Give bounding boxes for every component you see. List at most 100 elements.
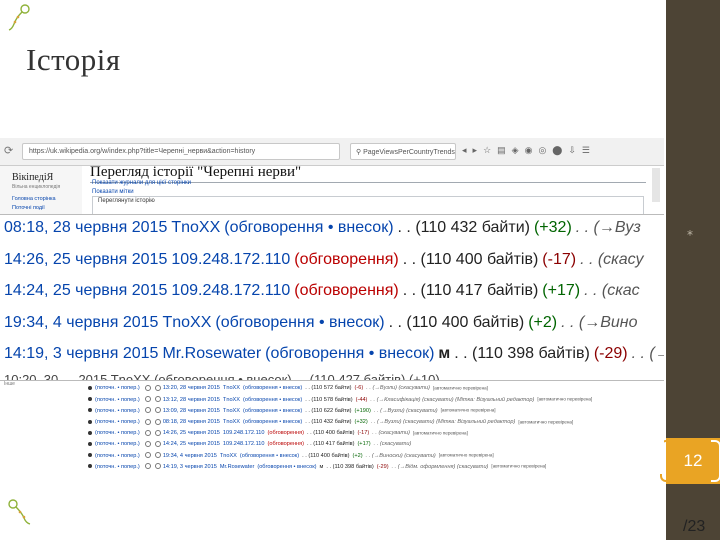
compare-radio-old[interactable]	[144, 396, 151, 403]
revision-time[interactable]: 14:26, 25 червня 2015	[4, 251, 167, 268]
revision-size: . . (110 417 байтів)	[402, 282, 539, 299]
compare-links[interactable]: (поточн. • попер.)	[95, 464, 140, 470]
compare-links[interactable]: (поточн. • попер.)	[95, 397, 140, 403]
revision-user-talk[interactable]: (обговорення)	[294, 251, 398, 268]
reload-icon[interactable]: ⟳	[4, 144, 13, 157]
revision-time[interactable]: 13:09, 28 червня 2015	[163, 408, 220, 414]
revision-user-talk[interactable]: (обговорення)	[294, 282, 398, 299]
compare-radio-new[interactable]	[154, 452, 161, 459]
compare-radio-new[interactable]	[154, 396, 161, 403]
revision-time[interactable]: 14:19, 3 червня 2015	[163, 464, 217, 470]
revision-user-talk[interactable]: (обговорення • внесок)	[243, 397, 302, 403]
history-row: (поточн. • попер.) 14:19, 3 червня 2015 Mr…	[88, 463, 546, 473]
revision-user[interactable]: Mr.Rosewater	[220, 464, 255, 470]
compare-radio-old[interactable]	[144, 441, 151, 447]
revision-user[interactable]: TnoXX	[223, 397, 240, 403]
page-bracket-right	[711, 440, 720, 482]
wikipedia-history-screenshot: ⟳ https://uk.wikipedia.org/w/index.php?t…	[0, 138, 664, 474]
revision-user-talk[interactable]: (обговорення • внесок)	[215, 314, 384, 331]
reader-icon[interactable]: ▤	[497, 145, 512, 155]
sidebar-link-main[interactable]: Головна сторінка	[12, 196, 56, 202]
revision-time[interactable]: 13:20, 28 червня 2015	[163, 385, 220, 391]
revision-time[interactable]: 08:18, 28 червня 2015	[163, 419, 220, 425]
history-row: (поточн. • попер.) 14:24, 25 червня 2015 1…	[88, 441, 414, 451]
revision-user[interactable]: TnoXX	[162, 314, 211, 331]
revision-time[interactable]: 19:34, 4 червня 2015	[4, 314, 158, 331]
revision-user-talk[interactable]: (обговорення • внесок)	[224, 219, 393, 236]
revision-summary[interactable]: . . (→Відм. оформлення) (скасувати)	[392, 464, 489, 470]
revision-time[interactable]: 14:19, 3 червня 2015	[4, 345, 158, 362]
revision-user[interactable]: Mr.Rosewater	[162, 345, 261, 362]
revision-user[interactable]: TnoXX	[171, 219, 220, 236]
revision-summary[interactable]: . . (→Вузли) (скасувати)	[366, 385, 430, 391]
revision-time[interactable]: 14:26, 25 червня 2015	[163, 430, 220, 436]
revision-summary[interactable]: . . (скасувати)	[372, 430, 410, 436]
compare-links[interactable]: (поточн. • попер.)	[95, 430, 140, 436]
revision-user-talk[interactable]: (обговорення • внесок)	[243, 408, 302, 414]
extension-icon[interactable]: ◎	[538, 145, 552, 155]
compare-radio-old[interactable]	[144, 429, 151, 436]
revision-time[interactable]: 14:24, 25 червня 2015	[4, 282, 167, 299]
revision-user[interactable]: TnoXX	[223, 385, 240, 391]
revision-time[interactable]: 14:24, 25 червня 2015	[163, 441, 220, 447]
compare-radio-new[interactable]	[154, 429, 161, 436]
back-icon[interactable]: ◂	[462, 145, 473, 155]
total-pages: /23	[683, 518, 706, 535]
shield-icon[interactable]: ◈	[512, 145, 525, 155]
revision-user-talk[interactable]: (обговорення • внесок)	[240, 453, 299, 459]
forward-icon[interactable]: ▸	[473, 145, 484, 155]
revision-user[interactable]: 109.248.172.110	[223, 441, 265, 447]
search-bar[interactable]: ⚲ PageViewsPerCountryTrends	[350, 143, 456, 160]
compare-radio-old[interactable]	[144, 407, 151, 414]
revision-user-talk[interactable]: (обговорення)	[268, 430, 305, 436]
scrollbar[interactable]	[652, 168, 660, 202]
revision-user-talk[interactable]: (обговорення • внесок)	[243, 385, 302, 391]
revision-time[interactable]: 13:12, 28 червня 2015	[163, 397, 220, 403]
wiki-logo[interactable]: ВікіпедіЯ	[12, 172, 53, 183]
revision-time[interactable]: 19:34, 4 червня 2015	[163, 453, 217, 459]
compare-links[interactable]: (поточн. • попер.)	[95, 408, 140, 414]
compare-links[interactable]: (поточн. • попер.)	[95, 419, 140, 425]
sidebar-link-events[interactable]: Поточні події	[12, 205, 45, 211]
revision-user[interactable]: TnoXX	[223, 408, 240, 414]
revision-user[interactable]: 109.248.172.110	[223, 430, 265, 436]
revision-summary[interactable]: . . (→Класифікація) (скасувати) (Мітка: …	[370, 397, 534, 403]
compare-radio-new[interactable]	[154, 418, 161, 425]
revision-summary: . . (скас	[584, 282, 640, 299]
menu-icon[interactable]: ☰	[582, 145, 596, 155]
compare-links[interactable]: (поточн. • попер.)	[95, 453, 140, 459]
tag-link[interactable]: Показати мітки	[92, 189, 134, 195]
compare-radio-old[interactable]	[144, 463, 151, 470]
revision-user-talk[interactable]: (обговорення • внесок)	[265, 345, 434, 362]
compare-radio-new[interactable]	[154, 463, 161, 470]
revision-user-talk[interactable]: (обговорення)	[268, 441, 305, 447]
url-bar[interactable]: https://uk.wikipedia.org/w/index.php?tit…	[22, 143, 340, 160]
compare-links[interactable]: (поточн. • попер.)	[95, 441, 140, 447]
compare-radio-new[interactable]	[154, 385, 161, 391]
download-icon[interactable]: ⇩	[568, 145, 582, 155]
compare-radio-new[interactable]	[154, 407, 161, 414]
revision-summary[interactable]: . . (скасувати)	[374, 441, 412, 447]
revision-summary[interactable]: . . (→Виноски) (скасувати)	[366, 453, 436, 459]
revision-user[interactable]: 109.248.172.110	[171, 251, 290, 268]
revision-tag: [автоматично перевірена]	[491, 463, 547, 469]
revision-summary[interactable]: . . (→Вузли) (скасувати) (Мітка: Візуаль…	[371, 419, 516, 425]
revision-time[interactable]: 08:18, 28 червня 2015	[4, 219, 167, 236]
compare-radio-old[interactable]	[144, 385, 151, 391]
addon-icon[interactable]: ⬤	[552, 145, 568, 155]
compare-links[interactable]: (поточн. • попер.)	[95, 385, 140, 391]
bookmark-star-icon[interactable]: ☆	[483, 145, 497, 155]
compare-radio-old[interactable]	[144, 452, 151, 459]
pocket-icon[interactable]: ◉	[525, 145, 539, 155]
revision-summary[interactable]: . . (→Вузли) (скасувати)	[374, 408, 438, 414]
compare-radio-new[interactable]	[154, 441, 161, 447]
revision-user[interactable]: TnoXX	[220, 453, 237, 459]
compare-radio-old[interactable]	[144, 418, 151, 425]
revision-user[interactable]: TnoXX	[223, 419, 240, 425]
revision-user-talk[interactable]: (обговорення • внесок)	[243, 419, 302, 425]
revision-user[interactable]: 109.248.172.110	[171, 282, 290, 299]
revision-user-talk[interactable]: (обговорення • внесок)	[257, 464, 316, 470]
revision-tag: [автоматично перевірена]	[433, 385, 488, 391]
revision-size: . . (110 578 байтів)	[305, 396, 353, 403]
log-link[interactable]: Показати журнали для цієї сторінки	[92, 180, 191, 186]
